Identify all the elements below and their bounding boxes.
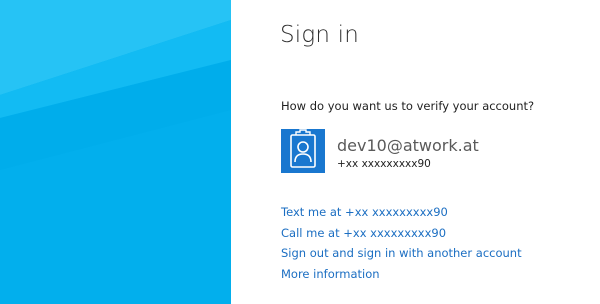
verification-prompt: How do you want us to verify your accoun… bbox=[281, 99, 535, 113]
text-me-link[interactable]: Text me at +xx xxxxxxxxx90 bbox=[281, 204, 522, 225]
sign-out-link[interactable]: Sign out and sign in with another accoun… bbox=[281, 245, 522, 266]
account-tile[interactable]: dev10@atwork.at +xx xxxxxxxxx90 bbox=[281, 129, 591, 173]
account-email: dev10@atwork.at bbox=[337, 136, 479, 155]
sign-in-page: Sign in How do you want us to verify you… bbox=[0, 0, 600, 304]
page-title: Sign in bbox=[280, 22, 360, 48]
account-phone: +xx xxxxxxxxx90 bbox=[337, 158, 431, 170]
call-me-link[interactable]: Call me at +xx xxxxxxxxx90 bbox=[281, 225, 522, 246]
sign-in-panel: Sign in How do you want us to verify you… bbox=[231, 0, 600, 304]
more-information-link[interactable]: More information bbox=[281, 266, 522, 287]
verification-options: Text me at +xx xxxxxxxxx90 Call me at +x… bbox=[281, 204, 522, 286]
decorative-illustration-panel bbox=[0, 0, 231, 304]
user-badge-icon bbox=[281, 129, 325, 173]
